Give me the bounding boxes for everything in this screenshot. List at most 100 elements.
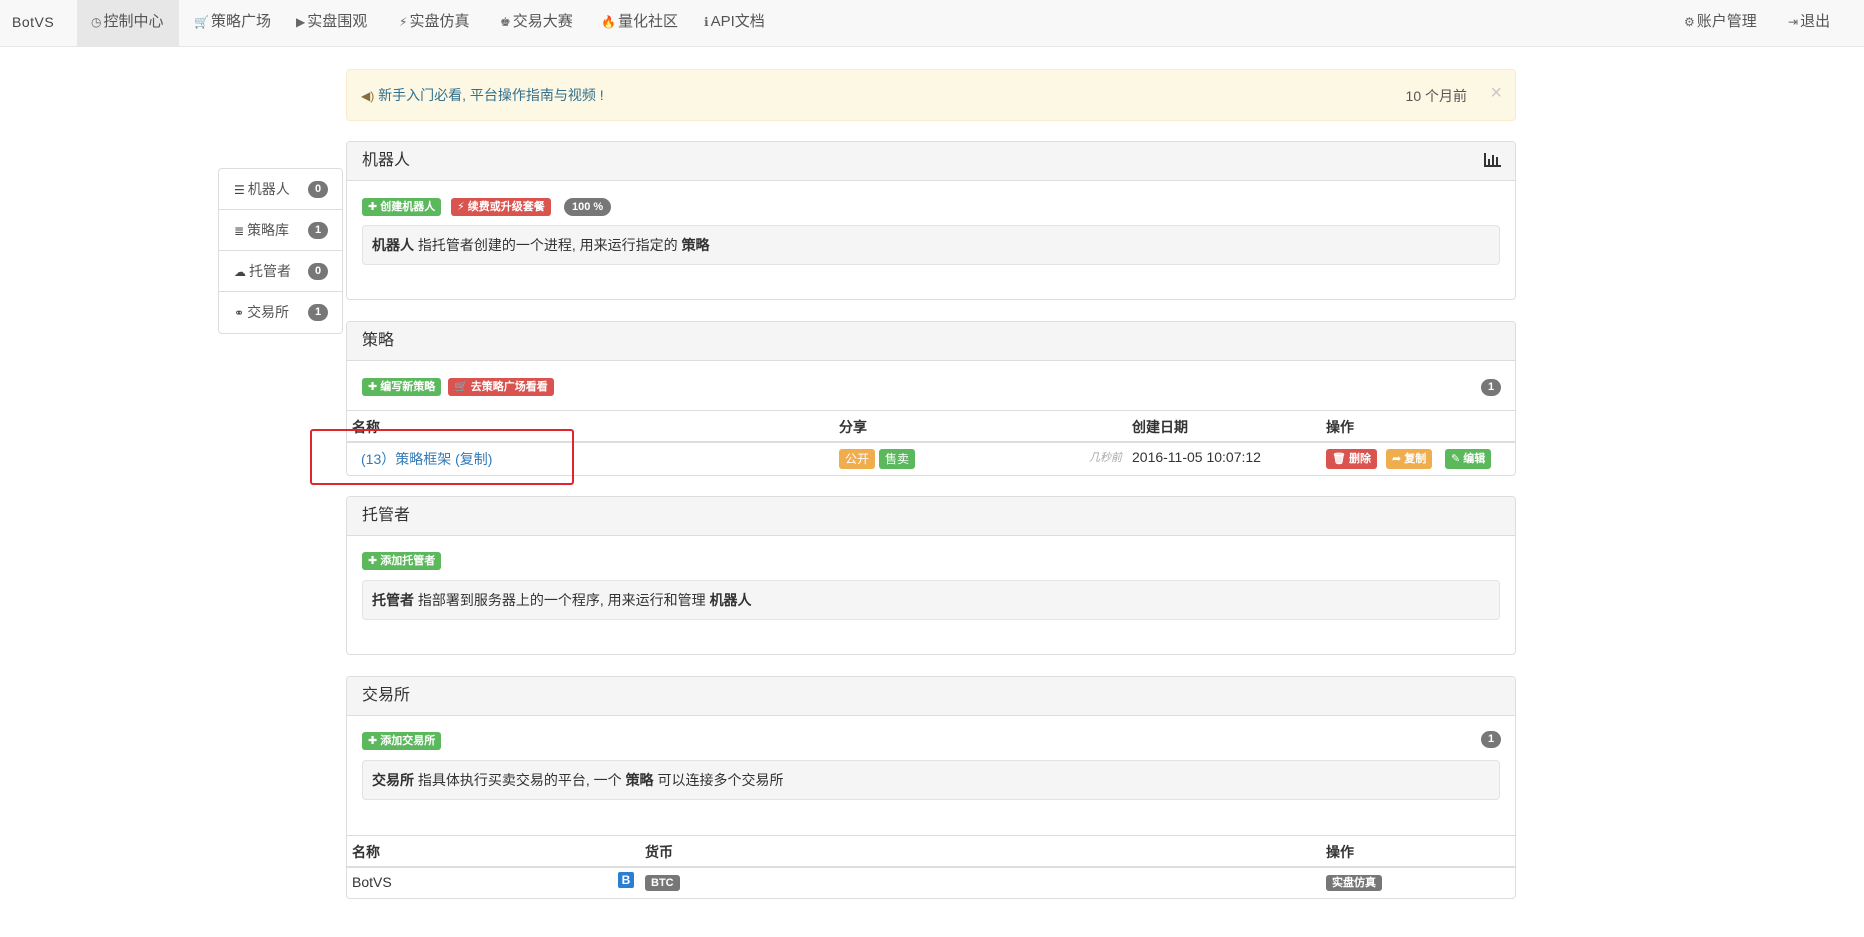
announcement-alert: ◀) 新手入门必看, 平台操作指南与视频 ! 10 个月前 × [346,69,1516,121]
nav-label: 实盘仿真 [409,13,470,30]
exchange-description: 交易所 指具体执行买卖交易的平台, 一个 策略 可以连接多个交易所 [362,760,1500,800]
desc-term: 机器人 [709,592,752,608]
sidebar-item-exchanges[interactable]: ⚭ 交易所 1 [219,292,342,333]
sidebar-item-label: 策略库 [247,222,290,238]
desc-term: 机器人 [372,237,414,253]
exchange-logo-icon: B [618,872,634,888]
bar-chart-icon[interactable] [1484,153,1501,167]
highlight-box [310,429,574,485]
column-header-name: 名称 [352,844,380,860]
desc-term: 策略 [625,772,654,788]
copy-button[interactable]: ➦ 复制 [1386,449,1433,469]
table-divider [347,410,1515,411]
share-public-button[interactable]: 公开 [839,449,876,469]
info-icon: ℹ [704,15,709,29]
database-icon: ≣ [234,224,245,238]
exchange-name: BotVS [352,874,392,890]
announcement-link[interactable]: ◀) 新手入门必看, 平台操作指南与视频 ! [361,85,604,105]
nav-item-api-docs[interactable]: ℹ API文档 [704,0,765,47]
docker-description: 托管者 指部署到服务器上的一个程序, 用来运行和管理 机器人 [362,580,1500,620]
nav-item-live-watch[interactable]: ▶ 实盘围观 [296,0,367,47]
nav-item-strategy-square[interactable]: 🛒 策略广场 [194,0,271,47]
panel-title: 机器人 [362,152,411,169]
button-label: 添加交易所 [380,735,436,747]
edit-button[interactable]: ✎ 编辑 [1445,449,1492,469]
exchange-panel: 交易所 ✚ 添加交易所 1 交易所 指具体执行买卖交易的平台, 一个 策略 可以… [346,676,1516,899]
column-header-currency: 货币 [645,844,673,860]
nav-label: 交易大赛 [512,13,573,30]
panel-title: 交易所 [362,687,411,704]
nav-label: 控制中心 [103,13,164,30]
currency-label: BTC [645,875,680,891]
desc-text: 指部署到服务器上的一个程序, 用来运行和管理 [414,592,710,608]
sidebar-item-label: 机器人 [247,181,290,197]
add-exchange-button[interactable]: ✚ 添加交易所 [362,732,442,750]
quota-percent-badge: 100 % [564,198,612,216]
sidebar-item-label: 交易所 [247,304,290,320]
tasks-icon: ☰ [234,183,245,197]
exchange-count-badge: 1 [1481,731,1501,748]
button-label: 复制 [1404,453,1427,465]
button-label: 编写新策略 [380,381,436,393]
count-badge: 0 [308,181,328,198]
simulation-button[interactable]: 实盘仿真 [1326,875,1382,891]
sidebar-item-label: 托管者 [249,263,291,279]
button-label: 编辑 [1463,453,1486,465]
sidebar-item-robots[interactable]: ☰ 机器人 0 [219,169,342,210]
logout-icon: ⇥ [1788,15,1799,29]
play-circle-icon: ▶ [296,15,306,29]
panel-heading: 托管者 [347,497,1515,536]
nav-item-account[interactable]: ⚙ 账户管理 [1684,0,1757,47]
strategy-square-button[interactable]: 🛒 去策略广场看看 [448,378,554,396]
button-label: 添加托管者 [380,555,436,567]
new-strategy-button[interactable]: ✚ 编写新策略 [362,378,442,396]
panel-heading: 机器人 [347,142,1515,181]
robot-panel: 机器人 ✚ 创建机器人 ⚡ 续费或升级套餐 100 % 机器人 指托管者创建的一… [346,141,1516,300]
desc-term: 托管者 [372,592,414,608]
add-docker-button[interactable]: ✚ 添加托管者 [362,552,442,570]
announcement-time: 10 个月前 [1405,88,1467,104]
created-date: 2016-11-05 10:07:12 [1132,449,1261,465]
column-header-share: 分享 [839,419,867,435]
desc-term: 交易所 [372,772,414,788]
top-navbar: BotVS ◷ 控制中心 🛒 策略广场 ▶ 实盘围观 ⚡ 实盘仿真 ♚ 交易大赛 🔥 量化社… [0,0,1864,47]
close-icon[interactable]: × [1490,82,1502,105]
dashboard-icon: ◷ [91,15,102,29]
desc-text: 指托管者创建的一个进程, 用来运行指定的 [414,237,682,253]
panel-title: 托管者 [362,507,411,524]
count-badge: 0 [308,263,328,280]
brand-logo[interactable]: BotVS [12,14,54,30]
button-label: 删除 [1349,453,1372,465]
column-header-ops: 操作 [1326,419,1354,435]
delete-button[interactable]: 🗑 删除 [1326,449,1378,469]
king-icon: ♚ [500,15,511,29]
nav-item-dashboard[interactable]: ◷ 控制中心 [77,0,179,47]
create-robot-button[interactable]: ✚ 创建机器人 [362,198,442,216]
panel-heading: 交易所 [347,677,1515,716]
desc-text: 可以连接多个交易所 [653,772,784,788]
bolt-icon: ⚡ [399,15,408,29]
nav-item-community[interactable]: 🔥 量化社区 [601,0,678,47]
sidebar-item-dockers[interactable]: ☁ 托管者 0 [219,251,342,292]
relative-time: 几秒前 [1089,452,1122,464]
nav-item-competition[interactable]: ♚ 交易大赛 [500,0,573,47]
sidebar: ☰ 机器人 0 ≣ 策略库 1 ☁ 托管者 0 ⚭ 交易所 1 [218,168,343,334]
panel-title: 策略 [362,332,395,349]
nav-label: API文档 [710,13,765,30]
upgrade-plan-button[interactable]: ⚡ 续费或升级套餐 [451,198,551,216]
sidebar-item-strategies[interactable]: ≣ 策略库 1 [219,210,342,251]
nav-label: 退出 [1800,13,1831,30]
button-label: 创建机器人 [380,201,436,213]
bullhorn-icon: ◀) [361,89,375,103]
fire-icon: 🔥 [601,15,616,29]
nav-item-logout[interactable]: ⇥ 退出 [1788,0,1830,47]
nav-label: 实盘围观 [307,13,368,30]
nav-label: 策略广场 [210,13,271,30]
gear-icon: ⚙ [1684,15,1695,29]
cloud-icon: ☁ [234,265,246,279]
button-label: 去策略广场看看 [470,381,548,393]
nav-item-simulation[interactable]: ⚡ 实盘仿真 [399,0,469,47]
share-sell-button[interactable]: 售卖 [879,449,916,469]
table-divider [347,835,1515,836]
count-badge: 1 [308,222,328,239]
